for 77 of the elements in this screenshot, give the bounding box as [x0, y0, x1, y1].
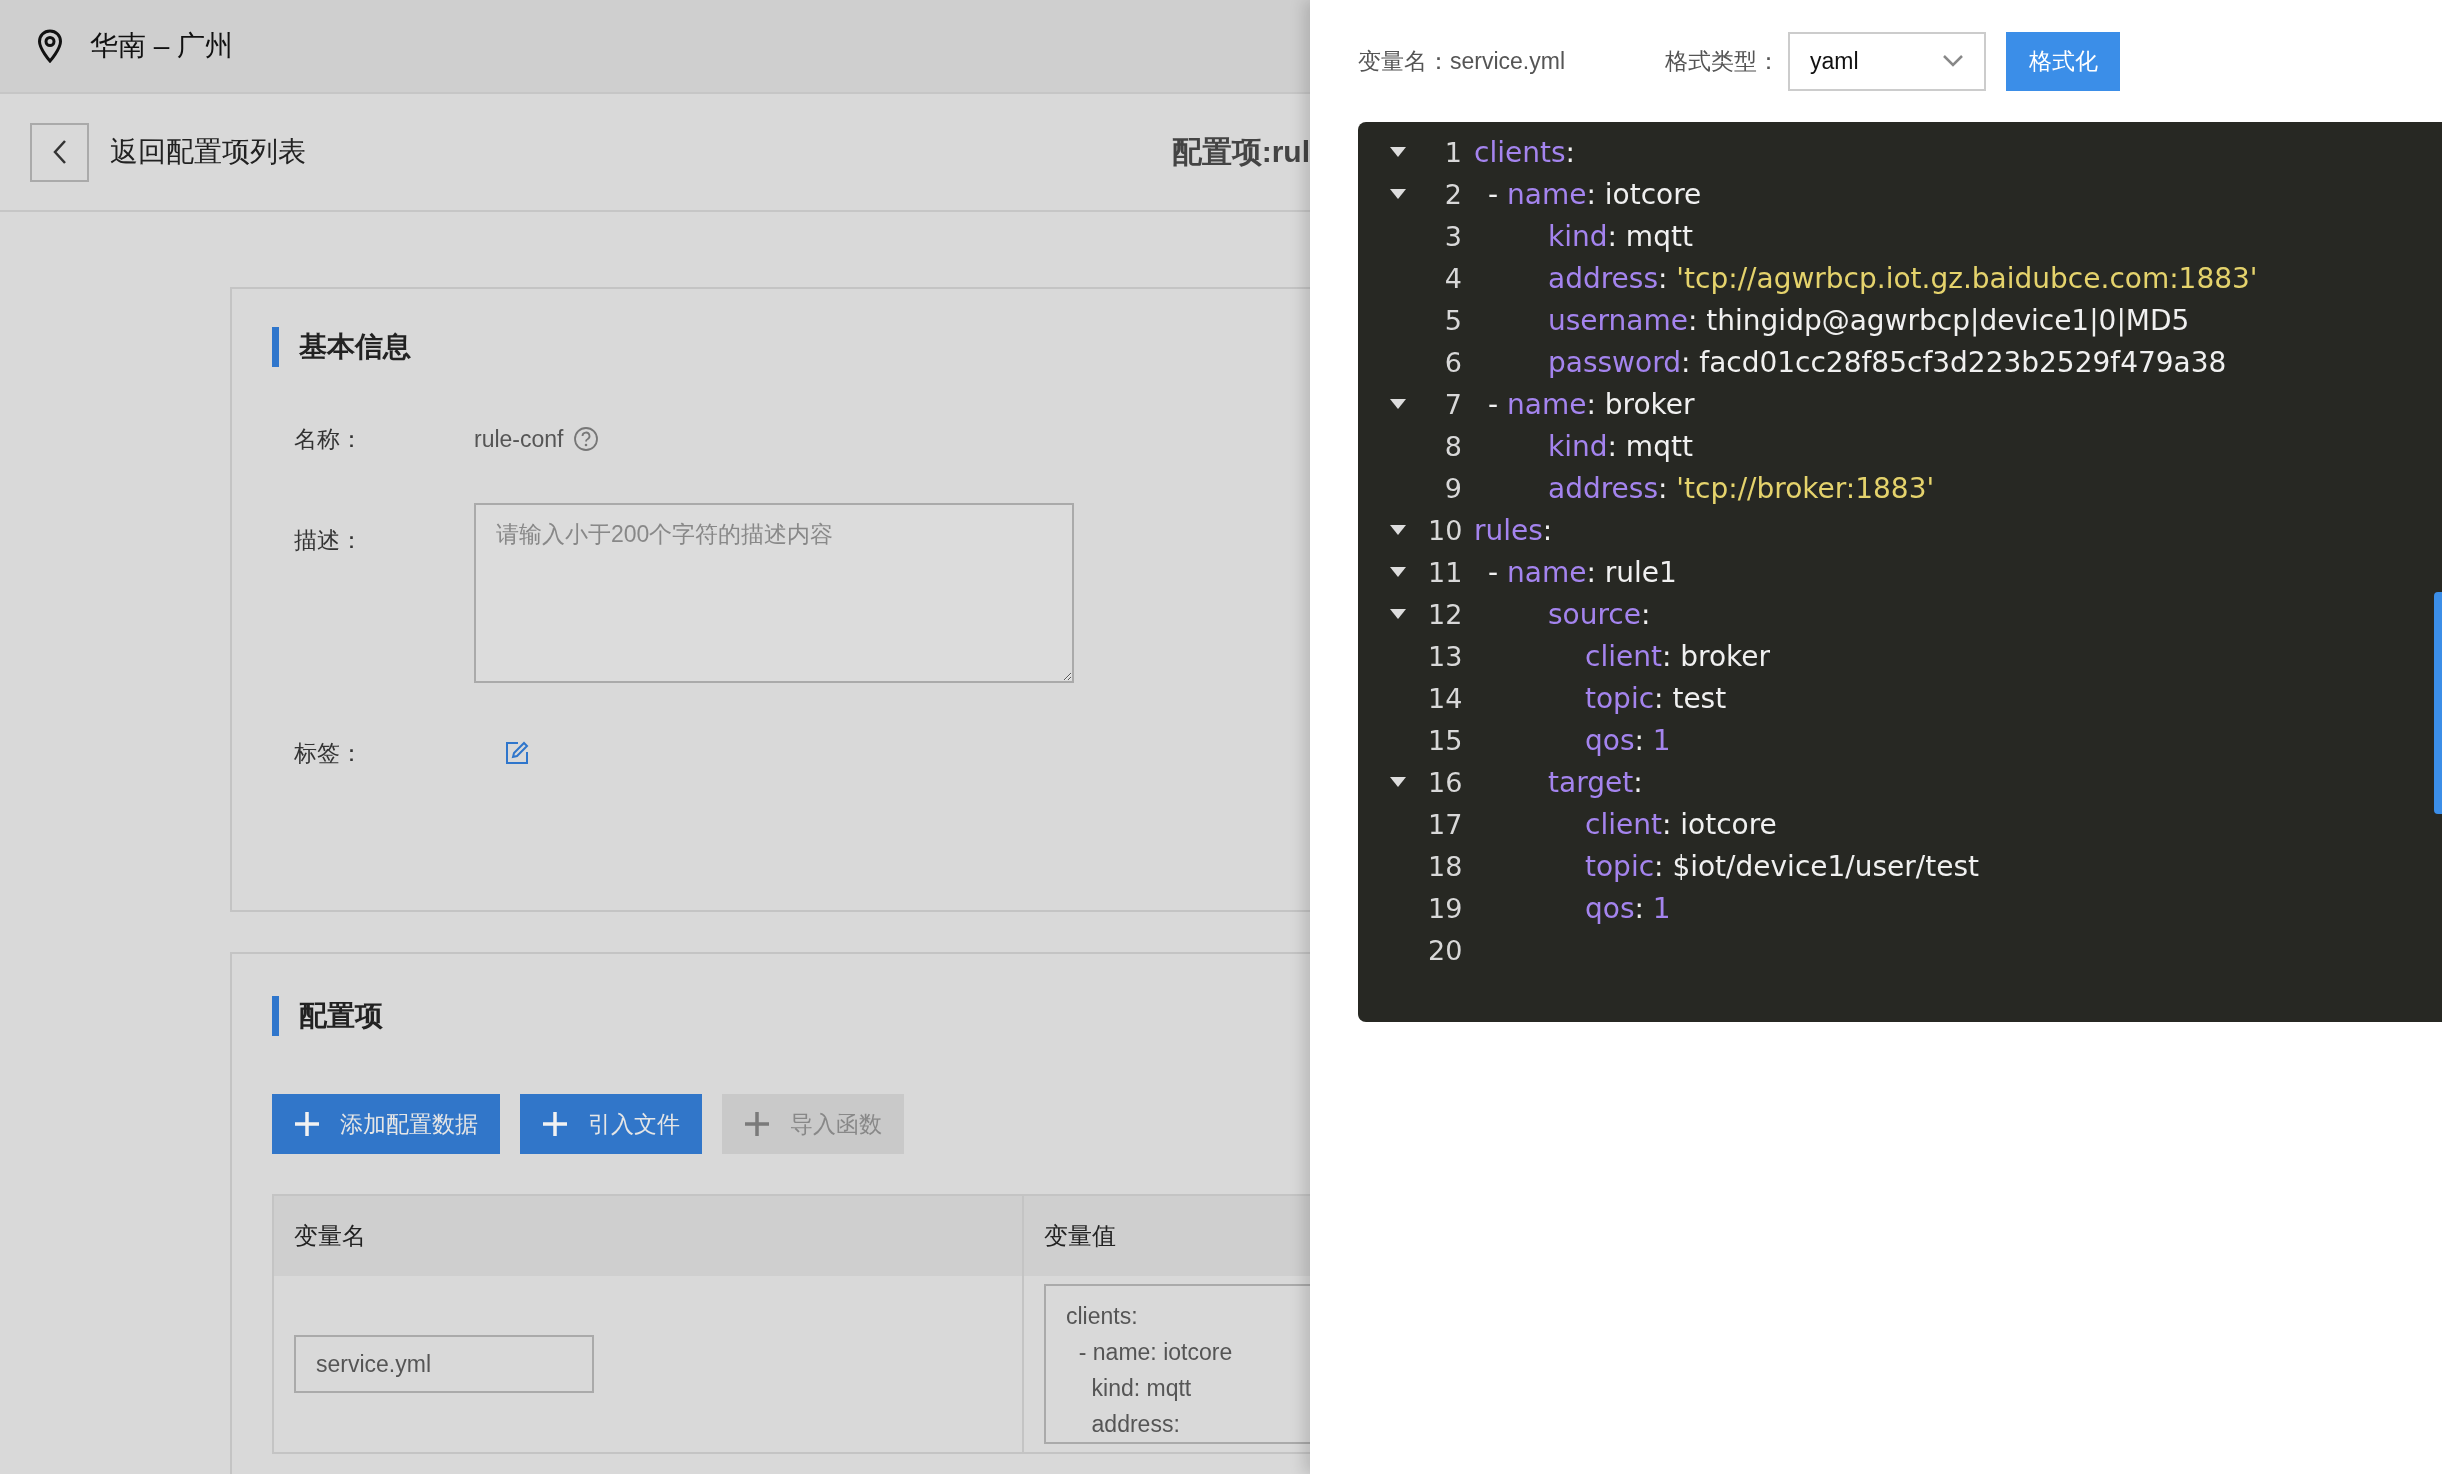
line-number: 17: [1428, 808, 1462, 840]
code-line: username: thingidp@agwrbcp|device1|0|MD5: [1548, 303, 2190, 337]
code-line: client: broker: [1585, 639, 1770, 673]
code-line: kind: mqtt: [1548, 429, 1693, 463]
line-number: 8: [1443, 430, 1462, 462]
region-label: 华南 – 广州: [90, 29, 234, 63]
code-line: password: facd01cc28f85cf3d223b2529f479a38: [1548, 345, 2227, 379]
edit-icon[interactable]: [504, 740, 530, 766]
code-line: qos: 1: [1585, 891, 1671, 925]
fold-caret-icon[interactable]: [1390, 609, 1406, 619]
variable-name-value: service.yml: [1450, 47, 1565, 75]
code-line: - name: iotcore: [1488, 177, 1702, 211]
code-line: source:: [1548, 597, 1651, 631]
name-value: rule-conf: [474, 425, 564, 453]
chevron-left-icon: [51, 139, 68, 165]
line-number: 15: [1428, 724, 1462, 756]
line-number: 14: [1428, 682, 1462, 714]
code-line: kind: mqtt: [1548, 219, 1693, 253]
plus-icon: [744, 1111, 770, 1137]
field-label: 描述：: [293, 526, 364, 555]
code-line: address: 'tcp://broker:1883': [1548, 471, 1935, 505]
back-button[interactable]: [30, 122, 89, 182]
line-number: 1: [1443, 136, 1462, 168]
field-label: 标签：: [293, 738, 364, 768]
line-number: 5: [1443, 304, 1462, 336]
section-marker: [272, 996, 279, 1036]
plus-icon: [294, 1111, 320, 1137]
format-button[interactable]: 格式化: [2006, 31, 2120, 91]
code-line: - name: rule1: [1488, 555, 1677, 589]
add-button[interactable]: 添加配置数据: [272, 1094, 500, 1154]
format-select[interactable]: yaml: [1788, 31, 1986, 91]
format-type-label: 格式类型：: [1665, 46, 1780, 76]
plus-icon: [542, 1111, 568, 1137]
field-label: 名称：: [293, 424, 364, 454]
fold-caret-icon[interactable]: [1390, 399, 1406, 409]
line-number: 13: [1428, 640, 1462, 672]
code-line: rules:: [1474, 513, 1553, 547]
fold-caret-icon[interactable]: [1390, 147, 1406, 157]
variable-name-label: 变量名：: [1358, 46, 1450, 76]
chevron-down-icon: [1942, 54, 1964, 68]
code-line: target:: [1548, 765, 1643, 799]
fold-caret-icon[interactable]: [1390, 777, 1406, 787]
line-number: 9: [1443, 472, 1462, 504]
line-number: 10: [1428, 514, 1462, 546]
section-title: 配置项: [299, 999, 383, 1033]
variable-name-field[interactable]: service.yml: [294, 1335, 594, 1393]
line-number: 16: [1428, 766, 1462, 798]
code-line: qos: 1: [1585, 723, 1671, 757]
line-number: 4: [1443, 262, 1462, 294]
help-icon: [573, 426, 600, 452]
section-title: 基本信息: [299, 330, 411, 364]
add-button[interactable]: 引入文件: [520, 1094, 702, 1154]
line-number: 18: [1428, 850, 1462, 882]
line-number: 7: [1443, 388, 1462, 420]
line-number: 12: [1428, 598, 1462, 630]
location-pin-icon: [37, 29, 63, 63]
code-line: topic: $iot/device1/user/test: [1585, 849, 1980, 883]
fold-caret-icon[interactable]: [1390, 567, 1406, 577]
code-line: topic: test: [1585, 681, 1727, 715]
page-title: 配置项:rul: [1171, 133, 1310, 170]
code-line: clients:: [1474, 135, 1575, 169]
line-number: 19: [1428, 892, 1462, 924]
line-number: 2: [1443, 178, 1462, 210]
line-number: 6: [1443, 346, 1462, 378]
fold-caret-icon[interactable]: [1390, 525, 1406, 535]
scrollbar[interactable]: [2434, 592, 2442, 814]
description-field[interactable]: 请输入小于200个字符的描述内容: [474, 503, 1074, 683]
column-header: 变量名: [274, 1196, 1024, 1276]
fold-caret-icon[interactable]: [1390, 189, 1406, 199]
back-link[interactable]: 返回配置项列表: [110, 133, 306, 171]
section-marker: [272, 327, 279, 367]
line-number: 3: [1443, 220, 1462, 252]
code-line: client: iotcore: [1585, 807, 1777, 841]
line-number: 11: [1428, 556, 1462, 588]
line-number: 20: [1428, 934, 1462, 966]
code-line: address: 'tcp://agwrbcp.iot.gz.baidubce.com:1883': [1548, 261, 2258, 295]
code-line: - name: broker: [1488, 387, 1695, 421]
